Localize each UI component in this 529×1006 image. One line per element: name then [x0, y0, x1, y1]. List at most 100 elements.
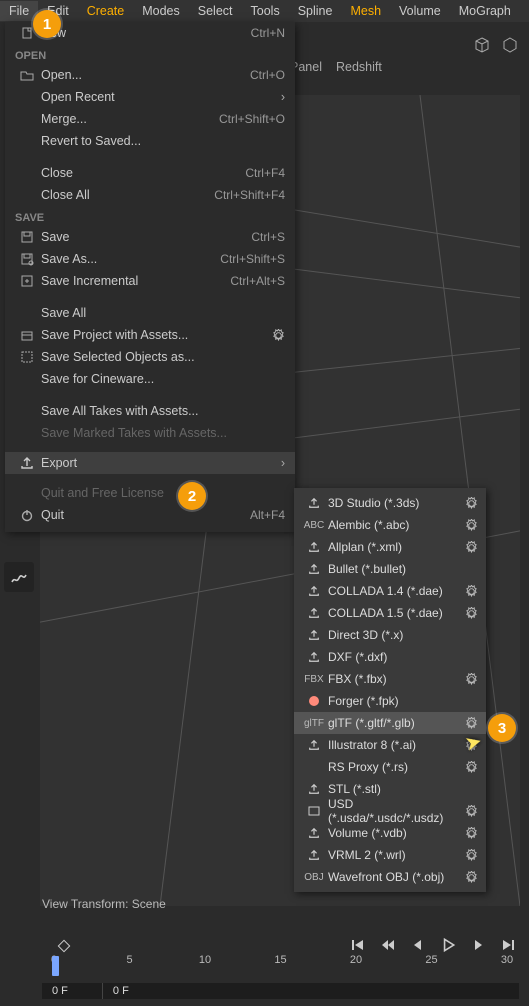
menu-item-quit-and-free-license: Quit and Free License — [5, 482, 295, 504]
menu-item-save-project-with-assets[interactable]: Save Project with Assets... — [5, 324, 295, 346]
gear-icon[interactable] — [465, 761, 478, 774]
menu-item-label: Close All — [37, 188, 214, 202]
goto-end-button[interactable] — [497, 934, 519, 956]
goto-start-button[interactable] — [347, 934, 369, 956]
hexagon-icon[interactable] — [499, 34, 521, 56]
menu-tools[interactable]: Tools — [242, 1, 289, 21]
prev-key-button[interactable] — [377, 934, 399, 956]
export-item-label: 3D Studio (*.3ds) — [324, 496, 465, 510]
export-item-label: DXF (*.dxf) — [324, 650, 478, 664]
menu-character[interactable]: Character — [520, 1, 529, 21]
gear-icon[interactable] — [465, 849, 478, 862]
upload-icon — [304, 541, 324, 553]
export-item-label: USD (*.usda/*.usdc/*.usdz) — [324, 797, 465, 825]
export-collada[interactable]: COLLADA 1.5 (*.dae) — [294, 602, 486, 624]
redshift-tab[interactable]: Redshift — [336, 60, 382, 74]
export-usd[interactable]: USD (*.usda/*.usdc/*.usdz) — [294, 800, 486, 822]
scribble-tool-icon[interactable] — [4, 562, 34, 592]
export-collada[interactable]: COLLADA 1.4 (*.dae) — [294, 580, 486, 602]
export-rs[interactable]: RS Proxy (*.rs) — [294, 756, 486, 778]
prev-frame-button[interactable] — [407, 934, 429, 956]
gear-icon[interactable] — [272, 329, 285, 342]
gear-icon[interactable] — [465, 585, 478, 598]
export-item-label: COLLADA 1.4 (*.dae) — [324, 584, 465, 598]
export-item-label: Alembic (*.abc) — [324, 518, 465, 532]
tick-label: 10 — [199, 954, 211, 966]
save-as-icon — [17, 252, 37, 266]
gear-icon[interactable] — [465, 717, 478, 730]
shortcut-label: Ctrl+Shift+S — [220, 252, 285, 266]
menu-item-save-for-cineware[interactable]: Save for Cineware... — [5, 368, 295, 390]
menu-volume[interactable]: Volume — [390, 1, 450, 21]
gear-icon[interactable] — [465, 607, 478, 620]
menu-item-label: Save — [37, 230, 251, 244]
export-vrml[interactable]: VRML 2 (*.wrl) — [294, 844, 486, 866]
export-3d[interactable]: 3D Studio (*.3ds) — [294, 492, 486, 514]
upload-icon — [304, 739, 324, 751]
upload-icon — [304, 849, 324, 861]
menu-item-label: Save Selected Objects as... — [37, 350, 285, 364]
menu-item-open[interactable]: Open...Ctrl+O — [5, 64, 295, 86]
gear-icon[interactable] — [465, 519, 478, 532]
menu-modes[interactable]: Modes — [133, 1, 189, 21]
gear-icon[interactable] — [465, 827, 478, 840]
export-direct[interactable]: Direct 3D (*.x) — [294, 624, 486, 646]
format-badge: OBJ — [304, 872, 324, 883]
menu-create[interactable]: Create — [78, 1, 134, 21]
time-ruler[interactable]: 051015202530 — [42, 954, 519, 976]
gear-icon[interactable] — [465, 673, 478, 686]
export-icon — [17, 456, 37, 470]
tick-label: 25 — [425, 954, 437, 966]
next-frame-button[interactable] — [467, 934, 489, 956]
shortcut-label: Ctrl+N — [251, 26, 285, 40]
menu-item-export[interactable]: Export› — [5, 452, 295, 474]
gear-icon[interactable] — [465, 805, 478, 818]
export-dxf[interactable]: DXF (*.dxf) — [294, 646, 486, 668]
forger-icon — [304, 695, 324, 707]
menu-mesh[interactable]: Mesh — [341, 1, 390, 21]
menu-item-save-all[interactable]: Save All — [5, 302, 295, 324]
menu-item-save-all-takes-with-assets[interactable]: Save All Takes with Assets... — [5, 400, 295, 422]
top-right-icons — [471, 34, 521, 56]
selection-icon — [17, 350, 37, 364]
menu-item-save-as[interactable]: Save As...Ctrl+Shift+S — [5, 248, 295, 270]
menu-item-label: Save As... — [37, 252, 220, 266]
export-illustrator[interactable]: Illustrator 8 (*.ai) — [294, 734, 486, 756]
cube-icon[interactable] — [471, 34, 493, 56]
menu-item-close[interactable]: CloseCtrl+F4 — [5, 162, 295, 184]
menu-item-revert-to-saved[interactable]: Revert to Saved... — [5, 130, 295, 152]
menu-item-open-recent[interactable]: Open Recent› — [5, 86, 295, 108]
menu-mograph[interactable]: MoGraph — [450, 1, 520, 21]
export-allplan[interactable]: Allplan (*.xml) — [294, 536, 486, 558]
menu-item-close-all[interactable]: Close AllCtrl+Shift+F4 — [5, 184, 295, 206]
menu-file[interactable]: File — [0, 1, 38, 21]
menu-item-merge[interactable]: Merge...Ctrl+Shift+O — [5, 108, 295, 130]
menu-item-label: Save All — [37, 306, 285, 320]
view-transform-label: View Transform: Scene — [42, 897, 166, 911]
gear-icon[interactable] — [465, 541, 478, 554]
export-alembic[interactable]: ABCAlembic (*.abc) — [294, 514, 486, 536]
menu-item-save-selected-objects-as[interactable]: Save Selected Objects as... — [5, 346, 295, 368]
menu-item-save-incremental[interactable]: Save IncrementalCtrl+Alt+S — [5, 270, 295, 292]
shortcut-label: Ctrl+O — [250, 68, 285, 82]
export-fbx[interactable]: FBXFBX (*.fbx) — [294, 668, 486, 690]
export-submenu: 3D Studio (*.3ds) ABCAlembic (*.abc)Allpl… — [294, 488, 486, 892]
menu-item-quit[interactable]: QuitAlt+F4 — [5, 504, 295, 526]
export-forger[interactable]: Forger (*.fpk) — [294, 690, 486, 712]
gear-icon[interactable] — [465, 497, 478, 510]
export-wavefront[interactable]: OBJWavefront OBJ (*.obj) — [294, 866, 486, 888]
menu-spline[interactable]: Spline — [289, 1, 342, 21]
play-button[interactable] — [437, 934, 459, 956]
export-bullet[interactable]: Bullet (*.bullet) — [294, 558, 486, 580]
playhead[interactable] — [52, 956, 59, 976]
export-item-label: FBX (*.fbx) — [324, 672, 465, 686]
gear-icon[interactable] — [465, 871, 478, 884]
menu-select[interactable]: Select — [189, 1, 242, 21]
keyframe-diamond-icon[interactable] — [54, 936, 74, 956]
shortcut-label: Ctrl+Alt+S — [230, 274, 285, 288]
project-icon — [17, 328, 37, 342]
menu-item-save[interactable]: SaveCtrl+S — [5, 226, 295, 248]
menu-item-label: Export — [37, 456, 281, 470]
export-gltf[interactable]: glTFglTF (*.gltf/*.glb) — [294, 712, 486, 734]
export-volume[interactable]: Volume (*.vdb) — [294, 822, 486, 844]
